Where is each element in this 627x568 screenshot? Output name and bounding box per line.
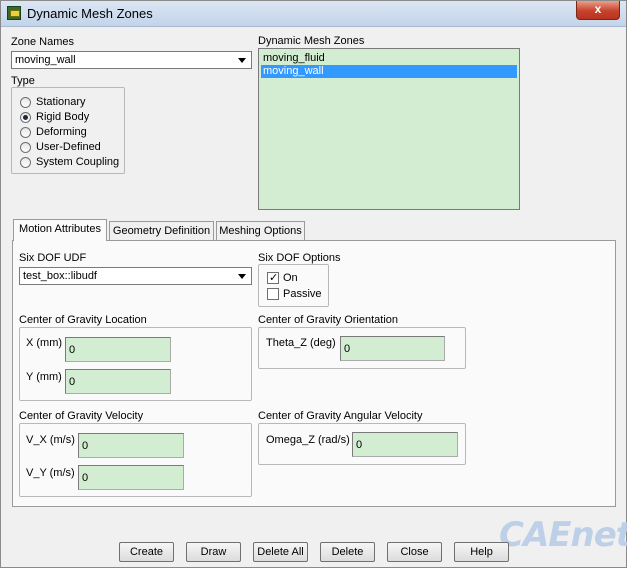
draw-button[interactable]: Draw [186, 542, 241, 562]
theta-z-label: Theta_Z (deg) [266, 337, 336, 349]
type-option-deforming[interactable]: Deforming [20, 125, 87, 139]
type-option-stationary[interactable]: Stationary [20, 95, 86, 109]
create-button[interactable]: Create [119, 542, 174, 562]
tab-motion-attributes[interactable]: Motion Attributes [13, 219, 107, 241]
six-dof-udf-dropdown[interactable]: test_box::libudf [19, 267, 252, 285]
type-option-label: Stationary [36, 96, 86, 108]
zone-names-label: Zone Names [11, 36, 74, 48]
chevron-down-icon [238, 274, 246, 279]
type-label: Type [11, 75, 35, 87]
omega-z-label: Omega_Z (rad/s) [266, 434, 350, 446]
cog-angular-velocity-label: Center of Gravity Angular Velocity [258, 410, 423, 422]
cog-velocity-label: Center of Gravity Velocity [19, 410, 144, 422]
six-dof-options-label: Six DOF Options [258, 252, 341, 264]
radio-button[interactable] [20, 141, 31, 153]
omega-z-input[interactable]: 0 [352, 432, 458, 457]
window-title: Dynamic Mesh Zones [27, 6, 153, 21]
type-option-rigid-body[interactable]: Rigid Body [20, 110, 89, 124]
chevron-down-icon [238, 58, 246, 63]
tab-geometry-definition[interactable]: Geometry Definition [109, 221, 214, 241]
vx-value: 0 [82, 440, 89, 452]
checkbox[interactable] [267, 288, 279, 300]
y-value: 0 [69, 376, 76, 388]
window-close-button[interactable]: x [576, 1, 620, 20]
cog-location-label: Center of Gravity Location [19, 314, 147, 326]
delete-button[interactable]: Delete [320, 542, 375, 562]
type-option-label: System Coupling [36, 156, 120, 168]
radio-button[interactable] [20, 156, 31, 168]
radio-button-selected[interactable] [20, 111, 31, 123]
close-button[interactable]: Close [387, 542, 442, 562]
six-dof-options-group: On Passive [258, 264, 329, 307]
cog-location-group: X (mm) 0 Y (mm) 0 [19, 327, 252, 401]
vy-input[interactable]: 0 [78, 465, 184, 490]
list-item-selected[interactable]: moving_wall [261, 65, 517, 78]
help-button[interactable]: Help [454, 542, 509, 562]
six-dof-passive-option[interactable]: Passive [267, 287, 322, 301]
omega-z-value: 0 [356, 439, 363, 451]
six-dof-udf-label: Six DOF UDF [19, 252, 87, 264]
tab-meshing-options[interactable]: Meshing Options [216, 221, 305, 241]
type-option-label: Deforming [36, 126, 87, 138]
theta-z-value: 0 [344, 343, 351, 355]
dynamic-mesh-zones-dialog: Dynamic Mesh Zones x Zone Names moving_w… [0, 0, 627, 568]
six-dof-udf-value: test_box::libudf [23, 270, 97, 282]
type-option-label: Rigid Body [36, 111, 90, 123]
vx-label: V_X (m/s) [26, 434, 75, 446]
radio-button[interactable] [20, 96, 31, 108]
app-icon [7, 6, 21, 20]
zone-names-dropdown[interactable]: moving_wall [11, 51, 252, 69]
type-option-user-defined[interactable]: User-Defined [20, 140, 101, 154]
zone-names-value: moving_wall [15, 54, 76, 66]
radio-button[interactable] [20, 126, 31, 138]
cog-orientation-group: Theta_Z (deg) 0 [258, 327, 466, 369]
theta-z-input[interactable]: 0 [340, 336, 445, 361]
six-dof-passive-label: Passive [283, 288, 322, 300]
six-dof-on-option[interactable]: On [267, 271, 298, 285]
cog-orientation-label: Center of Gravity Orientation [258, 314, 399, 326]
vy-value: 0 [82, 472, 89, 484]
y-label: Y (mm) [26, 371, 62, 383]
y-input[interactable]: 0 [65, 369, 171, 394]
vy-label: V_Y (m/s) [26, 467, 75, 479]
checkbox-checked[interactable] [267, 272, 279, 284]
title-bar: Dynamic Mesh Zones x [1, 1, 626, 27]
x-value: 0 [69, 344, 76, 356]
six-dof-on-label: On [283, 272, 298, 284]
cog-velocity-group: V_X (m/s) 0 V_Y (m/s) 0 [19, 423, 252, 497]
delete-all-button[interactable]: Delete All [253, 542, 308, 562]
dynamic-mesh-zones-list[interactable]: moving_fluid moving_wall [258, 48, 520, 210]
cog-angular-velocity-group: Omega_Z (rad/s) 0 [258, 423, 466, 465]
vx-input[interactable]: 0 [78, 433, 184, 458]
caenet-watermark-logo: CAEnet [499, 515, 627, 555]
type-group: Stationary Rigid Body Deforming User-Def… [11, 87, 125, 174]
x-input[interactable]: 0 [65, 337, 171, 362]
dynamic-mesh-zones-label: Dynamic Mesh Zones [258, 35, 365, 47]
x-label: X (mm) [26, 337, 63, 349]
type-option-system-coupling[interactable]: System Coupling [20, 155, 119, 169]
type-option-label: User-Defined [36, 141, 101, 153]
list-item[interactable]: moving_fluid [261, 52, 517, 65]
